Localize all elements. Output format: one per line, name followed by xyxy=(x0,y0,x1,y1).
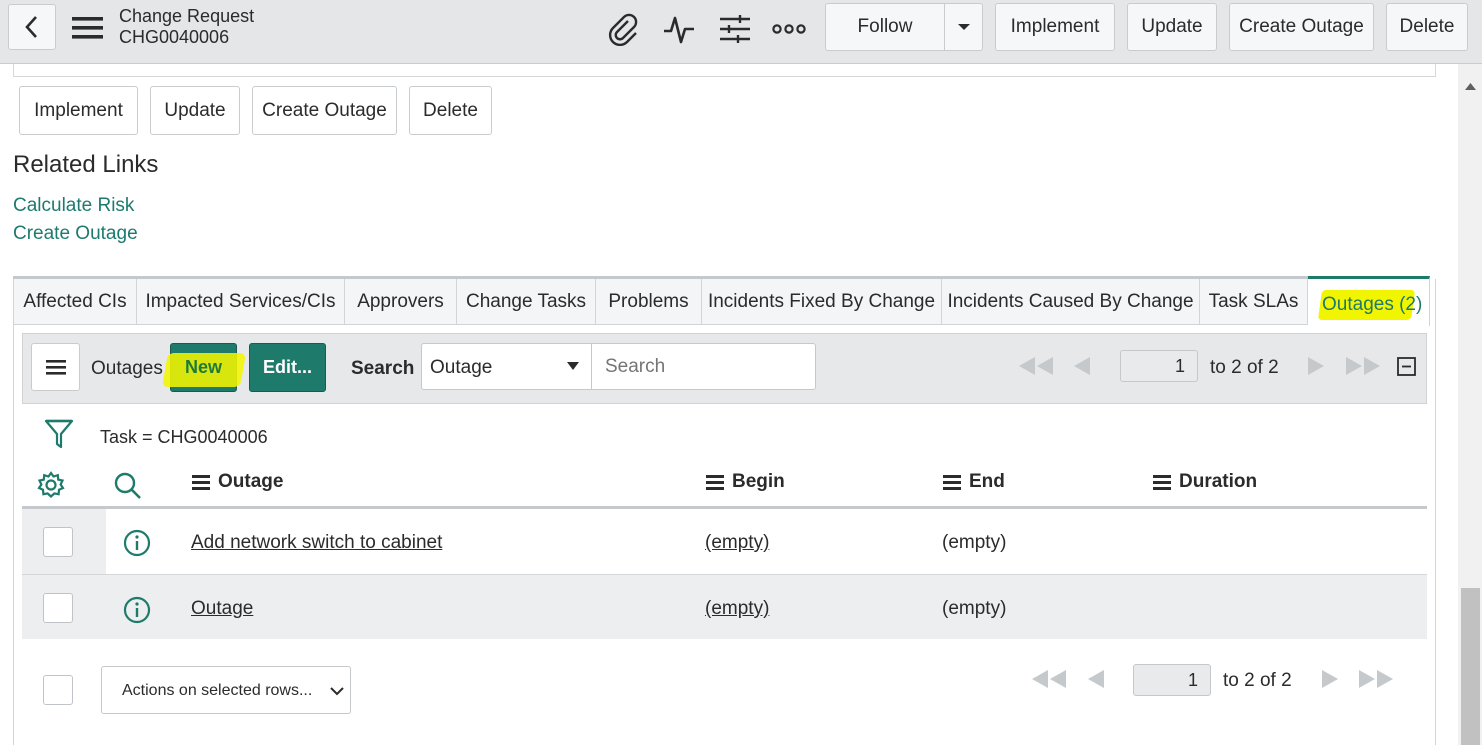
last-page-icon[interactable] xyxy=(1357,669,1395,689)
search-field-select[interactable]: Outage xyxy=(421,343,592,390)
page-range: to 2 of 2 xyxy=(1210,357,1279,378)
column-header-duration[interactable]: Duration xyxy=(1153,471,1257,493)
tabs-bottom-border xyxy=(14,324,1308,325)
search-label: Search xyxy=(351,358,415,379)
tab-affected-cis[interactable]: Affected CIs xyxy=(14,279,137,324)
header-delete-button[interactable]: Delete xyxy=(1386,3,1468,51)
last-page-icon[interactable] xyxy=(1344,356,1382,376)
list-menu-button[interactable] xyxy=(31,343,80,391)
bottom-page-range: to 2 of 2 xyxy=(1223,670,1292,691)
prev-page-icon[interactable] xyxy=(1072,356,1092,376)
column-menu-icon[interactable] xyxy=(192,475,210,490)
more-options-icon[interactable] xyxy=(772,18,806,45)
first-page-icon[interactable] xyxy=(1017,356,1055,376)
new-button[interactable]: New xyxy=(162,343,246,392)
end-value: (empty) xyxy=(942,532,1007,553)
create-outage-link[interactable]: Create Outage xyxy=(13,223,138,245)
header-update-button[interactable]: Update xyxy=(1127,3,1217,51)
column-menu-icon[interactable] xyxy=(706,475,724,490)
implement-button[interactable]: Implement xyxy=(19,86,138,135)
actions-select-label: Actions on selected rows... xyxy=(122,682,313,699)
collapse-list-icon[interactable] xyxy=(1397,357,1416,376)
menu-icon xyxy=(45,360,66,375)
info-icon[interactable] xyxy=(123,529,151,557)
row-checkbox[interactable] xyxy=(43,593,73,623)
edit-button[interactable]: Edit... xyxy=(249,343,326,392)
gear-icon[interactable] xyxy=(37,471,65,499)
next-page-icon[interactable] xyxy=(1320,669,1340,689)
outage-link[interactable]: Outage xyxy=(191,598,253,620)
tab-incidents-fixed[interactable]: Incidents Fixed By Change xyxy=(702,279,942,324)
calculate-risk-link[interactable]: Calculate Risk xyxy=(13,195,134,217)
search-icon[interactable] xyxy=(113,471,143,501)
select-all-checkbox[interactable] xyxy=(43,675,73,705)
form-header: Change Request CHG0040006 Follow Impleme… xyxy=(0,0,1482,64)
tab-outages-label: Outages (2) xyxy=(1322,294,1423,315)
delete-button[interactable]: Delete xyxy=(409,86,492,135)
tab-incidents-caused[interactable]: Incidents Caused By Change xyxy=(942,279,1200,324)
begin-value[interactable]: (empty) xyxy=(705,598,769,620)
page-scrollbar[interactable] xyxy=(1458,64,1482,745)
search-input[interactable] xyxy=(591,343,816,390)
follow-button[interactable]: Follow xyxy=(825,3,945,51)
scroll-up-icon[interactable] xyxy=(1465,82,1476,90)
tab-impacted-services[interactable]: Impacted Services/CIs xyxy=(137,279,345,324)
bottom-page-input[interactable]: 1 xyxy=(1133,664,1211,696)
chevron-down-icon xyxy=(330,687,344,696)
begin-value[interactable]: (empty) xyxy=(705,532,769,554)
create-outage-button[interactable]: Create Outage xyxy=(252,86,397,135)
column-header-outage[interactable]: Outage xyxy=(192,471,283,493)
header-implement-button[interactable]: Implement xyxy=(995,3,1115,51)
header-create-outage-button[interactable]: Create Outage xyxy=(1229,3,1374,51)
update-button[interactable]: Update xyxy=(150,86,240,135)
form-title: Change Request xyxy=(119,6,255,26)
outage-link[interactable]: Add network switch to cabinet xyxy=(191,532,442,554)
tab-approvers[interactable]: Approvers xyxy=(345,279,457,324)
filter-icon[interactable] xyxy=(44,418,74,450)
caret-down-icon xyxy=(567,362,579,370)
first-page-icon[interactable] xyxy=(1030,669,1068,689)
end-value: (empty) xyxy=(942,598,1007,619)
chevron-left-icon xyxy=(25,16,37,38)
back-button[interactable] xyxy=(8,4,56,50)
list-title: Outages xyxy=(91,358,163,379)
page-input[interactable]: 1 xyxy=(1120,350,1198,382)
menu-icon[interactable] xyxy=(72,16,104,40)
search-field-value: Outage xyxy=(430,357,493,378)
settings-sliders-icon[interactable] xyxy=(718,12,752,51)
column-header-end[interactable]: End xyxy=(943,471,1005,493)
column-menu-icon[interactable] xyxy=(1153,475,1171,490)
prev-page-icon[interactable] xyxy=(1086,669,1106,689)
new-button-label: New xyxy=(184,357,222,377)
paperclip-icon[interactable] xyxy=(606,12,640,51)
follow-dropdown-button[interactable] xyxy=(944,3,983,51)
info-icon[interactable] xyxy=(123,596,151,624)
row-checkbox[interactable] xyxy=(43,527,73,557)
activity-icon[interactable] xyxy=(662,12,696,51)
caret-down-icon xyxy=(957,24,970,30)
related-links-heading: Related Links xyxy=(13,151,159,178)
tab-change-tasks[interactable]: Change Tasks xyxy=(457,279,596,324)
tab-problems[interactable]: Problems xyxy=(596,279,702,324)
tab-outages[interactable]: Outages (2) xyxy=(1308,276,1430,326)
scrollbar-thumb[interactable] xyxy=(1461,588,1480,745)
next-page-icon[interactable] xyxy=(1306,356,1326,376)
form-section-bottom-edge xyxy=(13,64,1436,77)
record-number: CHG0040006 xyxy=(119,27,230,47)
column-header-begin[interactable]: Begin xyxy=(706,471,785,493)
actions-select[interactable]: Actions on selected rows... xyxy=(101,666,351,714)
tab-task-slas[interactable]: Task SLAs xyxy=(1200,279,1308,324)
column-menu-icon[interactable] xyxy=(943,475,961,490)
filter-breadcrumb[interactable]: Task = CHG0040006 xyxy=(100,427,268,448)
